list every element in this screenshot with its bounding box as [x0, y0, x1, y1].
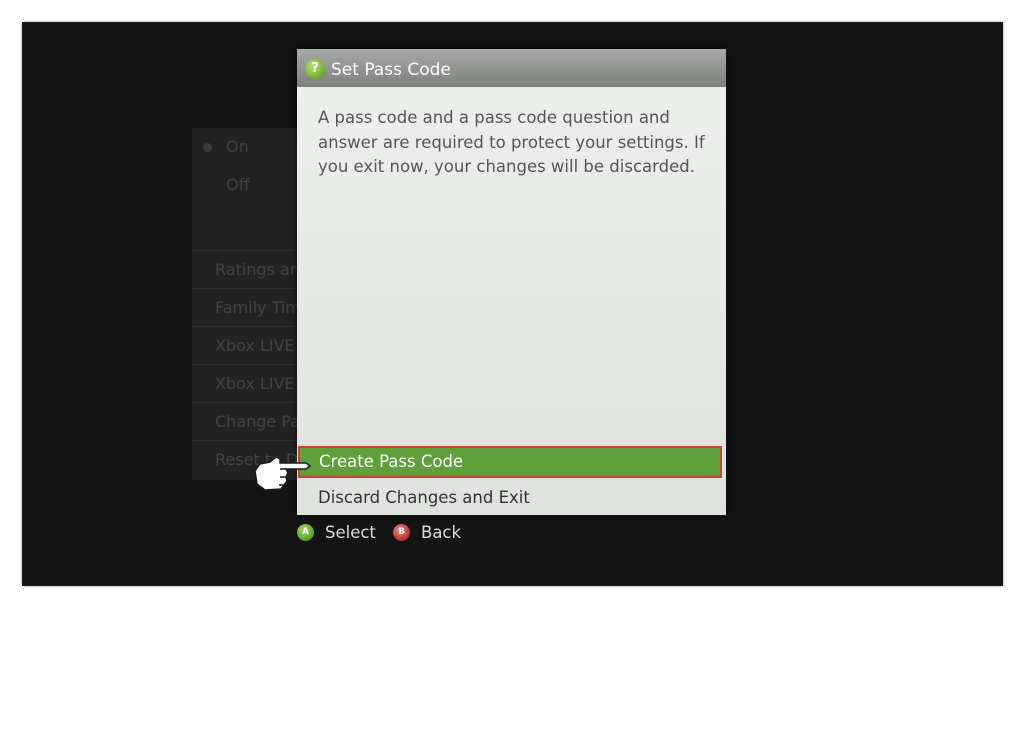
b-button-icon: B	[393, 524, 410, 541]
select-label: Select	[325, 523, 376, 542]
select-button-hint[interactable]: A Select	[297, 522, 377, 544]
help-icon: ?	[305, 59, 325, 79]
radio-option-label: On	[226, 137, 249, 156]
back-button-hint[interactable]: B Back	[393, 522, 463, 544]
discard-changes-option[interactable]: Discard Changes and Exit	[297, 481, 726, 515]
pointing-hand-icon	[254, 456, 312, 491]
dialog-title: Set Pass Code	[331, 60, 451, 80]
radio-selected-icon	[203, 143, 212, 152]
back-label: Back	[421, 523, 462, 542]
console-screen: On Off Ratings and Family Time Xbox LIVE…	[22, 22, 1003, 586]
radio-option-label: Off	[226, 175, 250, 194]
create-pass-code-option[interactable]: Create Pass Code	[298, 446, 722, 478]
set-pass-code-dialog: ? Set Pass Code A pass code and a pass c…	[297, 49, 726, 515]
dialog-header: ? Set Pass Code	[297, 49, 726, 87]
a-button-icon: A	[297, 524, 314, 541]
dialog-message: A pass code and a pass code question and…	[318, 108, 705, 176]
